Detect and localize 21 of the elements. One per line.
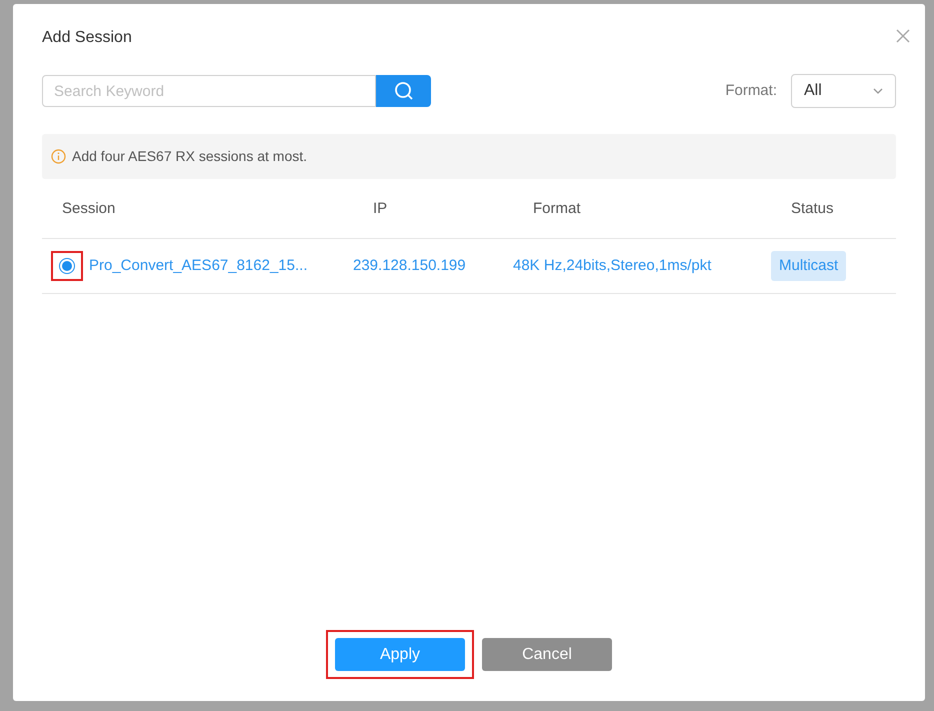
column-header: Format (533, 199, 582, 220)
search-button[interactable] (376, 75, 431, 107)
format-select[interactable]: All (791, 74, 896, 108)
column-header: Session (62, 199, 116, 220)
status-tag: Multicast (771, 250, 846, 282)
table-cell-text: 48K Hz,24bits,Stereo,1ms/pkt (513, 256, 712, 276)
search-icon (394, 81, 414, 101)
search-field[interactable]: Search Keyword (42, 75, 376, 107)
info-icon (51, 149, 66, 164)
column-header: IP (373, 199, 388, 220)
notice-text: Add four AES67 RX sessions at most. (72, 147, 308, 166)
dialog-title: Add Session (42, 28, 132, 48)
cancel-button[interactable]: Cancel (482, 638, 612, 671)
radio-button[interactable] (59, 258, 75, 274)
chevron-down-icon (873, 88, 883, 94)
format-label: Format: (725, 80, 777, 101)
column-header: Status (791, 199, 835, 220)
close-icon[interactable] (896, 29, 910, 43)
apply-button[interactable]: Apply (335, 638, 465, 671)
session-name[interactable]: Pro_Convert_AES67_8162_15... (89, 254, 308, 278)
table-cell-text: 239.128.150.199 (353, 256, 467, 276)
